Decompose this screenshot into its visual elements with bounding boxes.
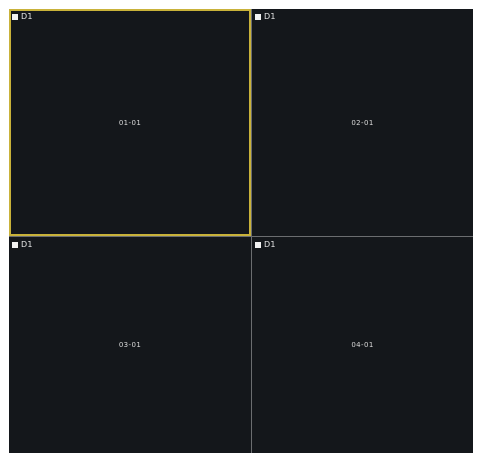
stream-indicator-icon (12, 14, 18, 20)
channel-label: 01-01 (118, 118, 142, 127)
tile-header: D1 (255, 11, 276, 23)
video-tile-04[interactable]: D1 04-01 (252, 237, 473, 453)
stream-indicator-icon (255, 242, 261, 248)
resolution-label: D1 (264, 240, 276, 249)
tile-header: D1 (255, 239, 276, 251)
stream-indicator-icon (12, 242, 18, 248)
resolution-label: D1 (264, 12, 276, 21)
channel-label: 03-01 (118, 341, 142, 349)
channel-label: 02-01 (351, 118, 374, 127)
tile-header: D1 (12, 239, 33, 251)
tile-header: D1 (12, 11, 33, 23)
resolution-label: D1 (21, 12, 33, 21)
video-tile-01[interactable]: D1 01-01 (9, 9, 251, 236)
stream-indicator-icon (255, 14, 261, 20)
channel-label: 04-01 (351, 341, 374, 349)
video-tile-02[interactable]: D1 02-01 (252, 9, 473, 236)
video-grid: D1 01-01 D1 02-01 D1 03-01 D1 04-01 (9, 9, 473, 453)
resolution-label: D1 (21, 240, 33, 249)
video-tile-03[interactable]: D1 03-01 (9, 237, 251, 453)
